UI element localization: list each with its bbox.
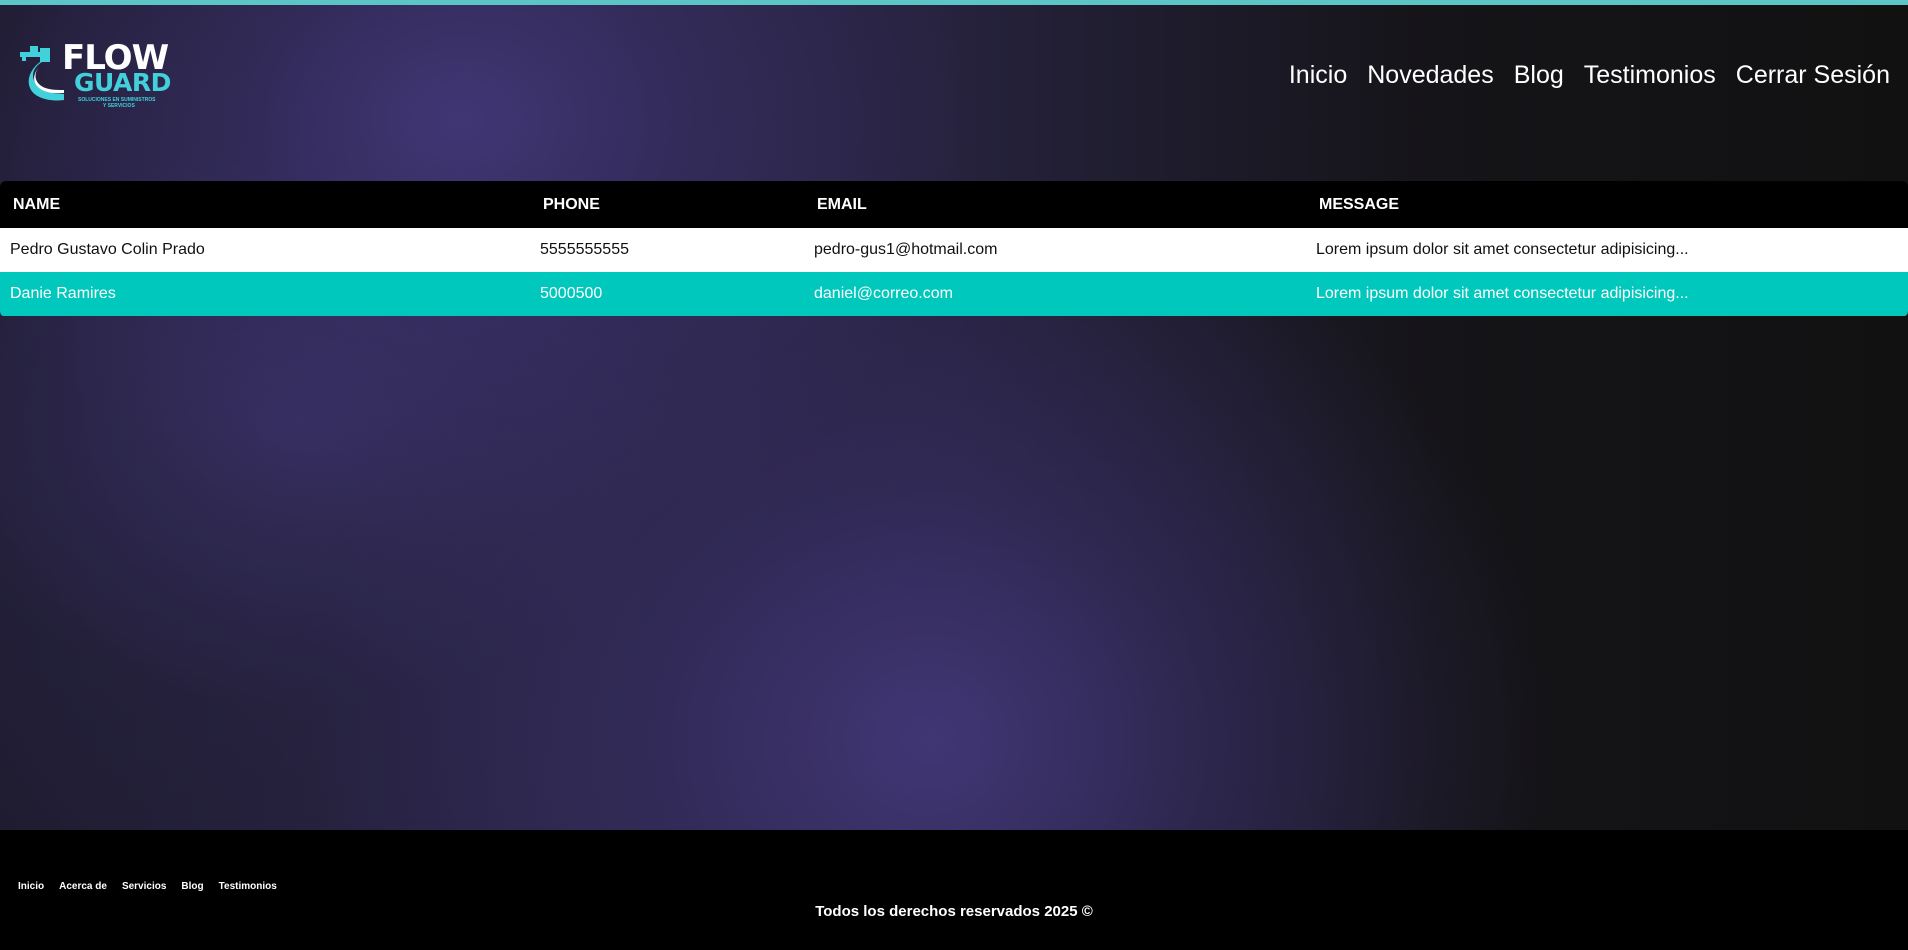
copyright-text: Todos los derechos reservados 2025 © (815, 903, 1093, 920)
cell-email: pedro-gus1@hotmail.com (814, 241, 998, 258)
column-header-name: NAME (13, 195, 61, 213)
nav-link-novedades[interactable]: Novedades (1367, 60, 1493, 90)
footer-link-blog[interactable]: Blog (181, 881, 203, 892)
footer-link-testimonios[interactable]: Testimonios (219, 881, 277, 892)
cell-phone: 5000500 (540, 285, 603, 302)
footer-link-inicio[interactable]: Inicio (18, 881, 44, 892)
column-header-phone: PHONE (543, 195, 600, 213)
footer-link-servicios[interactable]: Servicios (122, 881, 166, 892)
site-header: FLOW GUARD SOLUCIONES EN SUMINISTROS Y S… (0, 5, 1908, 145)
nav-link-cerrar-sesion[interactable]: Cerrar Sesión (1736, 60, 1890, 90)
column-header-message: MESSAGE (1319, 195, 1400, 213)
cell-phone: 5555555555 (540, 241, 629, 258)
messages-table: NAME PHONE EMAIL MESSAGE Pedro Gustavo C… (0, 181, 1908, 317)
nav-link-inicio[interactable]: Inicio (1289, 60, 1347, 90)
cell-name: Danie Ramires (10, 285, 116, 302)
footer-nav: Inicio Acerca de Servicios Blog Testimon… (18, 881, 277, 892)
main-nav: Inicio Novedades Blog Testimonios Cerrar… (1289, 60, 1890, 90)
logo-title-bottom: GUARD (74, 68, 171, 97)
site-footer: Inicio Acerca de Servicios Blog Testimon… (0, 830, 1908, 950)
table-header-row: NAME PHONE EMAIL MESSAGE (0, 181, 1908, 228)
cell-message: Lorem ipsum dolor sit amet consectetur a… (1316, 241, 1689, 258)
faucet-logo-icon (20, 46, 65, 101)
cell-name: Pedro Gustavo Colin Prado (10, 241, 205, 258)
nav-link-testimonios[interactable]: Testimonios (1584, 60, 1716, 90)
cell-message: Lorem ipsum dolor sit amet consectetur a… (1316, 285, 1689, 302)
flowguard-logo[interactable]: FLOW GUARD SOLUCIONES EN SUMINISTROS Y S… (18, 40, 171, 112)
table-row: Pedro Gustavo Colin Prado 5555555555 ped… (0, 228, 1908, 272)
cell-email: daniel@correo.com (814, 285, 953, 302)
logo-tagline-line2: Y SERVICIOS (103, 103, 135, 109)
column-header-email: EMAIL (817, 195, 867, 213)
table-row: Danie Ramires 5000500 daniel@correo.com … (0, 272, 1908, 316)
footer-link-acerca-de[interactable]: Acerca de (59, 881, 107, 892)
nav-link-blog[interactable]: Blog (1514, 60, 1564, 90)
